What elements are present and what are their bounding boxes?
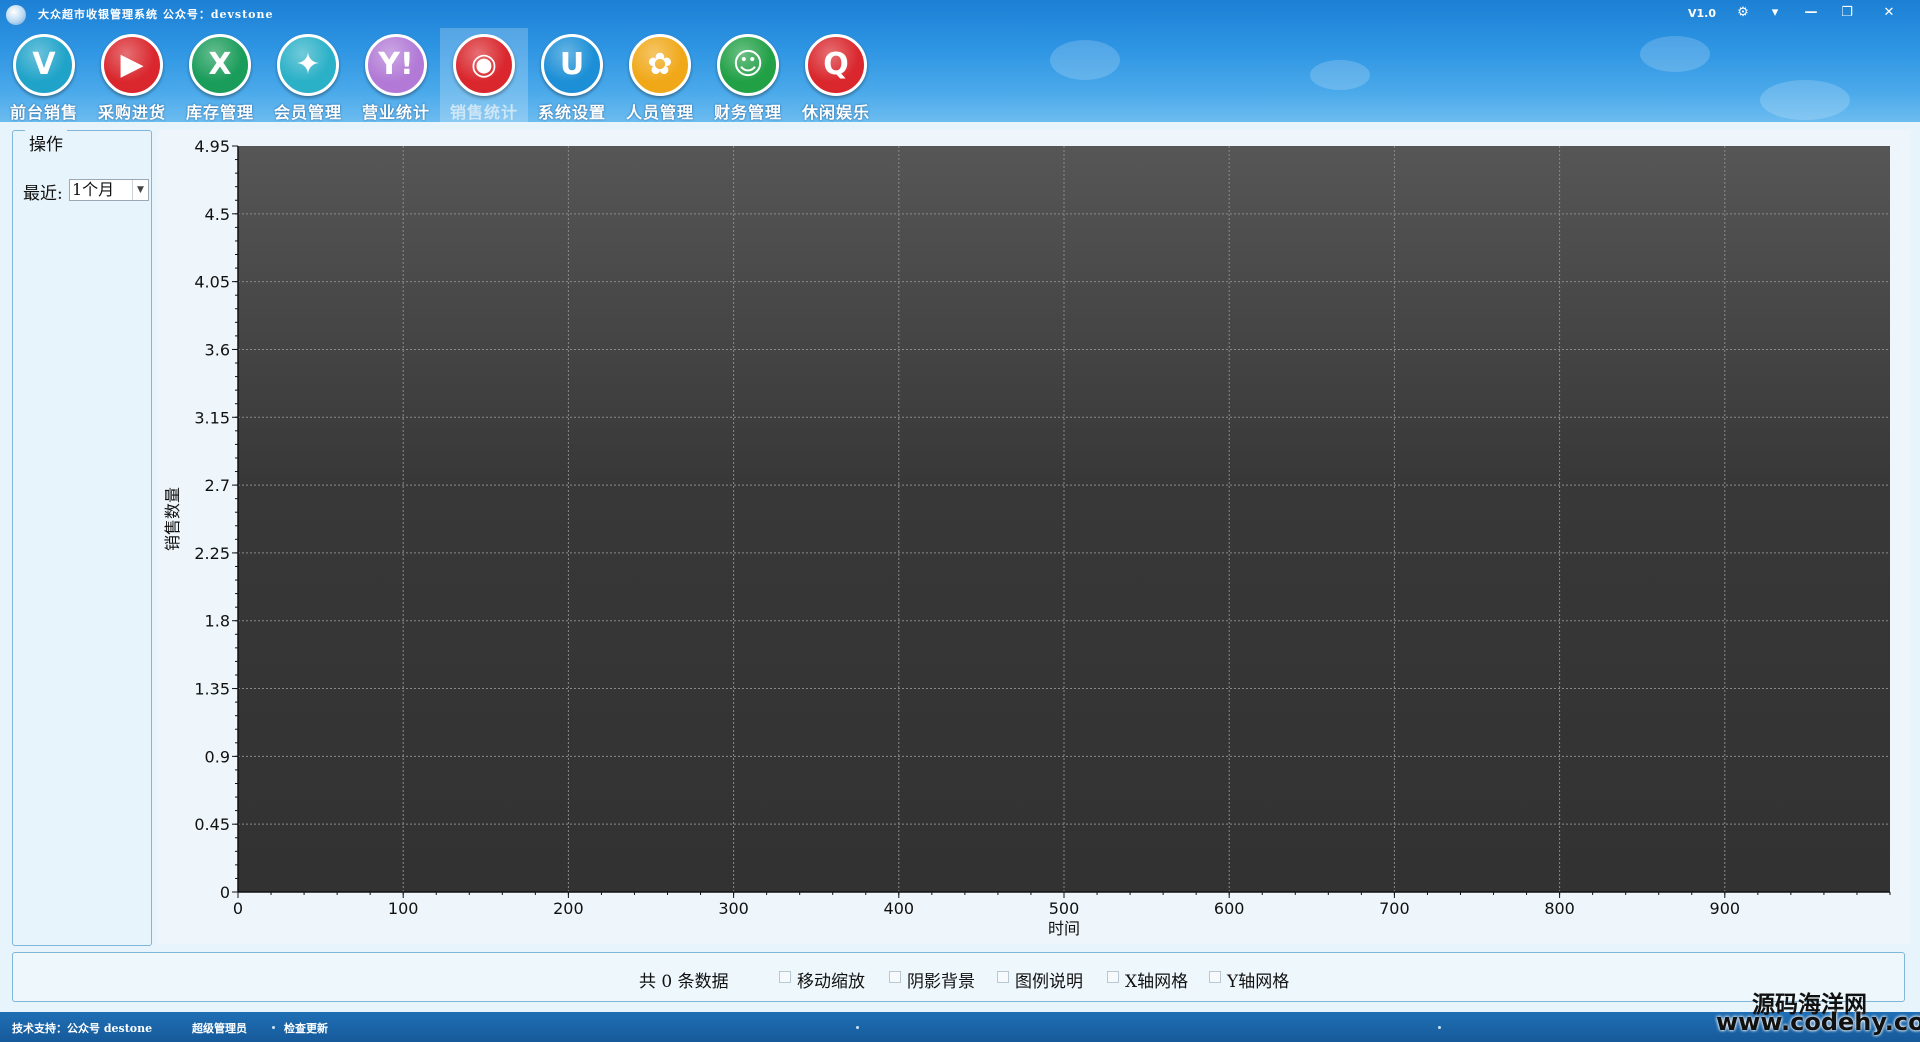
separator-dot — [1438, 1026, 1441, 1029]
toolbar-item-2[interactable]: X 库存管理 — [176, 28, 264, 122]
toolbar-item-0[interactable]: V 前台销售 — [0, 28, 88, 122]
toolbar-item-3[interactable]: ✦ 会员管理 — [264, 28, 352, 122]
range-select[interactable]: 1个月 ▼ — [69, 179, 149, 201]
x-tick-label: 300 — [718, 899, 749, 918]
y-tick-label: 4.05 — [194, 273, 230, 292]
close-button[interactable]: ✕ — [1876, 3, 1902, 23]
menu-button[interactable]: ▾ — [1762, 3, 1788, 23]
xing-icon[interactable]: X — [189, 34, 251, 96]
y-tick-label: 0.45 — [194, 815, 230, 834]
toolbar-item-label: 库存管理 — [185, 103, 254, 122]
status-bar: 技术支持：公众号 destone 超级管理员 检查更新 — [0, 1012, 1920, 1042]
option-checkbox[interactable] — [889, 971, 901, 983]
skin-button[interactable]: ⚙ — [1730, 3, 1756, 23]
y-tick-label: 3.6 — [205, 340, 230, 359]
weibo-icon[interactable]: ◉ — [453, 34, 515, 96]
toolbar-item-4[interactable]: Y! 营业统计 — [352, 28, 440, 122]
y-tick-label: 1.8 — [205, 612, 230, 631]
operations-panel: 操作 最近: 1个月 ▼ — [12, 130, 152, 946]
check-update-link[interactable]: 检查更新 — [284, 1020, 328, 1036]
y-tick-label: 0 — [220, 883, 230, 902]
toolbar-item-label: 销售统计 — [449, 103, 518, 122]
x-tick-label: 900 — [1710, 899, 1741, 918]
cloud-decoration — [1050, 40, 1120, 80]
toolbar-item-label: 休闲娱乐 — [801, 103, 870, 122]
separator-dot — [856, 1026, 859, 1029]
operations-title: 操作 — [25, 130, 67, 155]
chart-svg: 0 0.45 0.9 1.35 1.8 2.25 2.7 3.15 3.6 4.05 4.5 4.95… — [163, 137, 1891, 938]
option-checkbox[interactable] — [1107, 971, 1119, 983]
toolbar-item-label: 会员管理 — [273, 103, 342, 122]
option-label[interactable]: Y轴网格 — [1227, 967, 1289, 992]
option-label[interactable]: 移动缩放 — [797, 967, 865, 992]
toolbar-item-label: 前台销售 — [9, 103, 78, 122]
chevron-down-icon[interactable]: ▼ — [132, 180, 148, 200]
x-tick-label: 700 — [1379, 899, 1410, 918]
main-toolbar: V 前台销售 ▶ 采购进货 X 库存管理 ✦ 会员管理 Y! 营业统计 ◉ 销售统计 U 系统设置 ✿ 人员管… — [0, 28, 900, 122]
u-icon[interactable]: U — [541, 34, 603, 96]
chart-options-bar: 共 0 条数据 移动缩放 阴影背景 图例说明 X轴网格 Y轴网格 — [12, 952, 1905, 1002]
app-logo-icon — [6, 5, 26, 25]
sales-chart[interactable]: 0 0.45 0.9 1.35 1.8 2.25 2.7 3.15 3.6 4.05 4.5 4.95… — [158, 130, 1910, 944]
yahoo-icon[interactable]: Y! — [365, 34, 427, 96]
x-tick-label: 400 — [884, 899, 915, 918]
app-header: 大众超市收银管理系统 公众号：devstone V1.0 ⚙ ▾ — ❐ ✕ V… — [0, 0, 1920, 122]
toolbar-item-1[interactable]: ▶ 采购进货 — [88, 28, 176, 122]
toolbar-item-6[interactable]: U 系统设置 — [528, 28, 616, 122]
y-axis-label: 销售数量 — [163, 487, 182, 551]
option-checkbox[interactable] — [1209, 971, 1221, 983]
option-checkbox[interactable] — [997, 971, 1009, 983]
y-tick-label: 3.15 — [194, 408, 230, 427]
x-tick-label: 200 — [553, 899, 584, 918]
toolbar-item-8[interactable]: ☺ 财务管理 — [704, 28, 792, 122]
y-tick-label: 2.7 — [205, 476, 230, 495]
x-tick-label: 100 — [388, 899, 419, 918]
option-label[interactable]: X轴网格 — [1125, 967, 1188, 992]
record-count: 共 0 条数据 — [639, 972, 729, 992]
x-tick-label: 600 — [1214, 899, 1245, 918]
x-tick-label: 0 — [233, 899, 243, 918]
toolbar-item-label: 财务管理 — [713, 103, 782, 122]
youtube-icon[interactable]: ▶ — [101, 34, 163, 96]
vimeo-icon[interactable]: V — [13, 34, 75, 96]
title-bar: 大众超市收银管理系统 公众号：devstone V1.0 ⚙ ▾ — ❐ ✕ — [0, 0, 1920, 28]
option-label[interactable]: 阴影背景 — [907, 967, 975, 992]
version-label: V1.0 — [1688, 7, 1716, 20]
toolbar-item-5[interactable]: ◉ 销售统计 — [440, 28, 528, 122]
option-checkbox[interactable] — [779, 971, 791, 983]
x-tick-label: 500 — [1049, 899, 1080, 918]
toolbar-item-7[interactable]: ✿ 人员管理 — [616, 28, 704, 122]
y-tick-label: 2.25 — [194, 544, 230, 563]
x-axis-label: 时间 — [1048, 919, 1080, 938]
people-icon[interactable]: ✿ — [629, 34, 691, 96]
minimize-button[interactable]: — — [1798, 3, 1824, 23]
cloud-decoration — [1760, 80, 1850, 120]
y-tick-label: 4.95 — [194, 137, 230, 156]
option-label[interactable]: 图例说明 — [1015, 967, 1083, 992]
toolbar-item-label: 营业统计 — [361, 103, 430, 122]
restore-button[interactable]: ❐ — [1834, 3, 1860, 23]
finance-icon[interactable]: ☺ — [717, 34, 779, 96]
separator-dot — [272, 1026, 275, 1029]
support-text: 技术支持：公众号 destone — [12, 1022, 153, 1035]
y-tick-label: 0.9 — [205, 747, 230, 766]
toolbar-item-label: 人员管理 — [625, 103, 694, 122]
watermark-url: www.codehy.com — [1716, 1008, 1920, 1036]
toolbar-item-label: 采购进货 — [97, 103, 166, 122]
current-user: 超级管理员 — [192, 1022, 247, 1035]
sparkle-icon[interactable]: ✦ — [277, 34, 339, 96]
toolbar-item-9[interactable]: Q 休闲娱乐 — [792, 28, 880, 122]
y-tick-label: 1.35 — [194, 680, 230, 699]
q-icon[interactable]: Q — [805, 34, 867, 96]
app-title: 大众超市收银管理系统 公众号：devstone — [38, 8, 274, 21]
toolbar-item-label: 系统设置 — [537, 103, 606, 122]
cloud-decoration — [1640, 36, 1710, 72]
range-select-value: 1个月 — [72, 180, 115, 199]
y-tick-label: 4.5 — [205, 205, 230, 224]
cloud-decoration — [1310, 60, 1370, 90]
range-label: 最近: — [23, 184, 63, 204]
x-tick-label: 800 — [1544, 899, 1575, 918]
